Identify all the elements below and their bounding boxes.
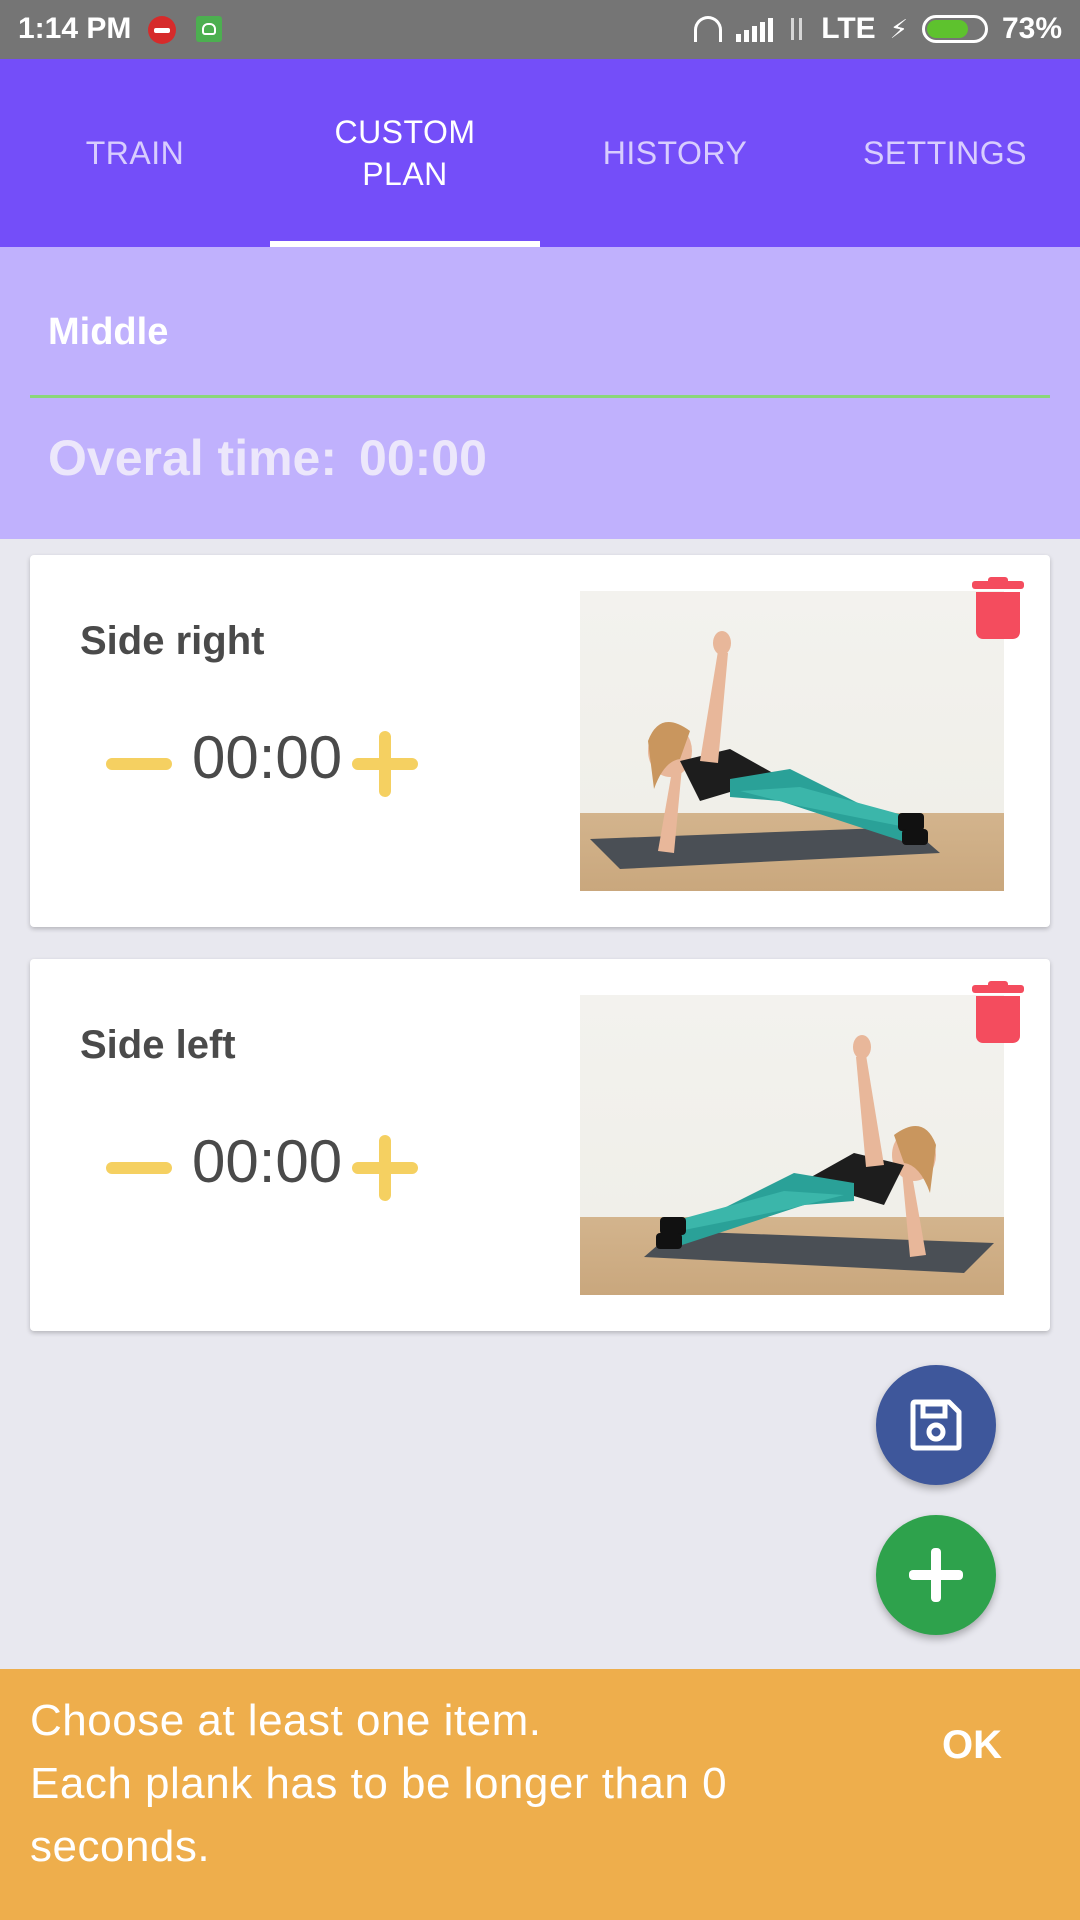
tab-settings[interactable]: SETTINGS bbox=[810, 59, 1080, 247]
tab-custom-plan[interactable]: CUSTOM PLAN bbox=[270, 59, 540, 247]
overall-time: Overal time: 00:00 bbox=[48, 429, 509, 487]
add-exercise-button[interactable] bbox=[876, 1515, 996, 1635]
status-time: 1:14 PM bbox=[18, 12, 132, 45]
minus-icon bbox=[106, 758, 172, 770]
exercise-time: 00:00 bbox=[192, 1128, 343, 1195]
plan-name-underline bbox=[30, 395, 1050, 398]
delete-exercise-button[interactable] bbox=[972, 577, 1024, 639]
side-plank-right-photo bbox=[580, 591, 1004, 891]
status-bar: 1:14 PM LTE ⚡ 73% bbox=[0, 0, 1080, 59]
side-plank-right-illustration bbox=[590, 631, 940, 869]
network-type: LTE bbox=[821, 12, 876, 45]
delete-exercise-button[interactable] bbox=[972, 981, 1024, 1043]
side-plank-left-photo bbox=[580, 995, 1004, 1295]
overall-time-label: Overal time: bbox=[48, 430, 338, 486]
plus-icon bbox=[909, 1548, 963, 1602]
increase-time-button[interactable] bbox=[352, 731, 418, 797]
record-notification-icon bbox=[148, 16, 176, 44]
exercise-name: Side right bbox=[80, 619, 265, 663]
overall-time-value: 00:00 bbox=[359, 430, 487, 486]
decrease-time-button[interactable] bbox=[106, 735, 172, 793]
plan-name-field[interactable]: Middle bbox=[48, 311, 168, 354]
tab-bar: TRAIN CUSTOM PLAN HISTORY SETTINGS bbox=[0, 59, 1080, 247]
exercise-card: Side left 00:00 bbox=[30, 959, 1050, 1331]
data-transfer-icon bbox=[787, 16, 807, 42]
battery-icon bbox=[921, 15, 988, 43]
headset-icon bbox=[694, 16, 723, 42]
snackbar-message: Choose at least one item. Each plank has… bbox=[30, 1696, 728, 1871]
save-plan-button[interactable] bbox=[876, 1365, 996, 1485]
tab-history[interactable]: HISTORY bbox=[540, 59, 810, 247]
charging-icon: ⚡ bbox=[889, 13, 908, 44]
plan-header: Middle Overal time: 00:00 bbox=[0, 247, 1080, 539]
snackbar-ok-button[interactable]: OK bbox=[942, 1723, 1002, 1768]
decrease-time-button[interactable] bbox=[106, 1139, 172, 1197]
save-icon bbox=[910, 1399, 962, 1451]
signal-icon bbox=[736, 16, 774, 42]
side-plank-left-illustration bbox=[644, 1035, 994, 1273]
tab-train[interactable]: TRAIN bbox=[0, 59, 270, 247]
minus-icon bbox=[106, 1162, 172, 1174]
battery-percent: 73% bbox=[1001, 12, 1062, 45]
android-notification-icon bbox=[196, 16, 222, 42]
exercise-card: Side right 00:00 bbox=[30, 555, 1050, 927]
status-indicators: LTE ⚡ 73% bbox=[694, 12, 1062, 46]
exercise-name: Side left bbox=[80, 1023, 236, 1067]
increase-time-button[interactable] bbox=[352, 1135, 418, 1201]
exercise-time: 00:00 bbox=[192, 724, 343, 791]
snackbar: Choose at least one item. Each plank has… bbox=[0, 1669, 1080, 1920]
